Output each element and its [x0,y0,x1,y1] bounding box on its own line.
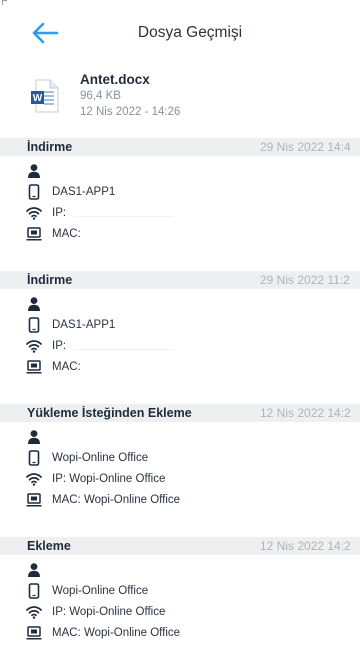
entry-header[interactable]: İndirme 29 Nis 2022 14:4 [0,138,360,156]
history-entry: İndirme 29 Nis 2022 14:4 DAS1-APP1 IP: M… [0,138,360,271]
wifi-icon [26,606,42,619]
user-row [0,426,360,447]
ip-address: IP: [52,340,174,352]
laptop-icon [26,360,42,374]
mac-row: MAC: [0,356,360,377]
user-icon [28,430,40,444]
mac-address: MAC: Wopi-Online Office [52,494,180,506]
mac-address: MAC: Wopi-Online Office [52,627,180,639]
device-row: DAS1-APP1 [0,314,360,335]
ip-row: IP: Wopi-Online Office [0,601,360,622]
entry-date: 29 Nis 2022 11:2 [260,273,350,287]
entry-header[interactable]: İndirme 29 Nis 2022 11:2 [0,271,360,289]
entry-title: Yükleme İsteğinden Ekleme [27,406,192,420]
file-date: 12 Nis 2022 - 14:26 [80,106,181,118]
mac-label: MAC: [52,494,81,506]
ip-address: IP: [52,207,174,219]
laptop-icon [26,493,42,507]
laptop-icon [26,626,42,640]
phone-icon [28,450,40,466]
ip-label: IP: [52,207,67,219]
wifi-icon [26,473,42,486]
mac-address: MAC: [52,361,81,373]
phone-icon [28,583,40,599]
device-row: Wopi-Online Office [0,580,360,601]
svg-text:W: W [33,93,43,104]
entry-header[interactable]: Ekleme 12 Nis 2022 14:2 [0,537,360,555]
mac-row: MAC: Wopi-Online Office [0,489,360,510]
device-name: DAS1-APP1 [52,186,116,198]
history-entry: Ekleme 12 Nis 2022 14:2 Wopi-Online Offi… [0,537,360,665]
ip-address: IP: Wopi-Online Office [52,606,165,618]
entry-date: 29 Nis 2022 14:4 [260,140,351,154]
device-name: Wopi-Online Office [52,452,149,464]
entry-title: Ekleme [27,539,71,553]
entry-header[interactable]: Yükleme İsteğinden Ekleme 12 Nis 2022 14… [0,404,360,422]
history-entry: Yükleme İsteğinden Ekleme 12 Nis 2022 14… [0,404,360,537]
mac-address: MAC: [52,228,81,240]
ip-row: IP: [0,335,360,356]
ip-label: IP: [52,606,67,618]
phone-icon [28,184,40,200]
ip-address: IP: Wopi-Online Office [52,473,165,485]
user-icon [28,164,40,178]
user-icon [28,563,40,577]
file-info: W Antet.docx 96,4 KB 12 Nis 2022 - 14:26 [0,68,360,134]
ip-value: Wopi-Online Office [69,606,166,618]
user-icon [28,297,40,311]
entry-title: İndirme [27,140,73,154]
app-header: Dosya Geçmişi [0,14,360,54]
entry-title: İndirme [27,273,73,287]
ip-label: IP: [52,340,67,352]
history-list: İndirme 29 Nis 2022 14:4 DAS1-APP1 IP: M… [0,138,360,665]
ip-label: IP: [52,473,67,485]
user-row [0,293,360,314]
mac-label: MAC: [52,228,81,240]
mac-label: MAC: [52,361,81,373]
page-title: Dosya Geçmişi [137,24,243,41]
wifi-icon [26,207,42,220]
entry-date: 12 Nis 2022 14:2 [260,539,351,553]
device-name: Wopi-Online Office [52,585,149,597]
wifi-icon [26,340,42,353]
entry-date: 12 Nis 2022 14:2 [260,406,351,420]
mac-value: Wopi-Online Office [83,494,181,506]
mac-label: MAC: [52,627,81,639]
ip-row: IP: Wopi-Online Office [0,468,360,489]
ip-value: Wopi-Online Office [69,473,166,485]
word-document-icon: W [30,78,60,114]
mac-row: MAC: [0,223,360,244]
device-row: Wopi-Online Office [0,447,360,468]
ip-row: IP: [0,202,360,223]
laptop-icon [26,227,42,241]
corner-mark [2,0,7,5]
file-size: 96,4 KB [80,90,121,102]
mac-value: Wopi-Online Office [83,627,181,639]
phone-icon [28,317,40,333]
file-name: Antet.docx [80,72,150,87]
device-name: DAS1-APP1 [52,319,116,331]
mac-row: MAC: Wopi-Online Office [0,622,360,643]
device-row: DAS1-APP1 [0,181,360,202]
user-row [0,160,360,181]
user-row [0,559,360,580]
history-entry: İndirme 29 Nis 2022 11:2 DAS1-APP1 IP: M… [0,271,360,404]
